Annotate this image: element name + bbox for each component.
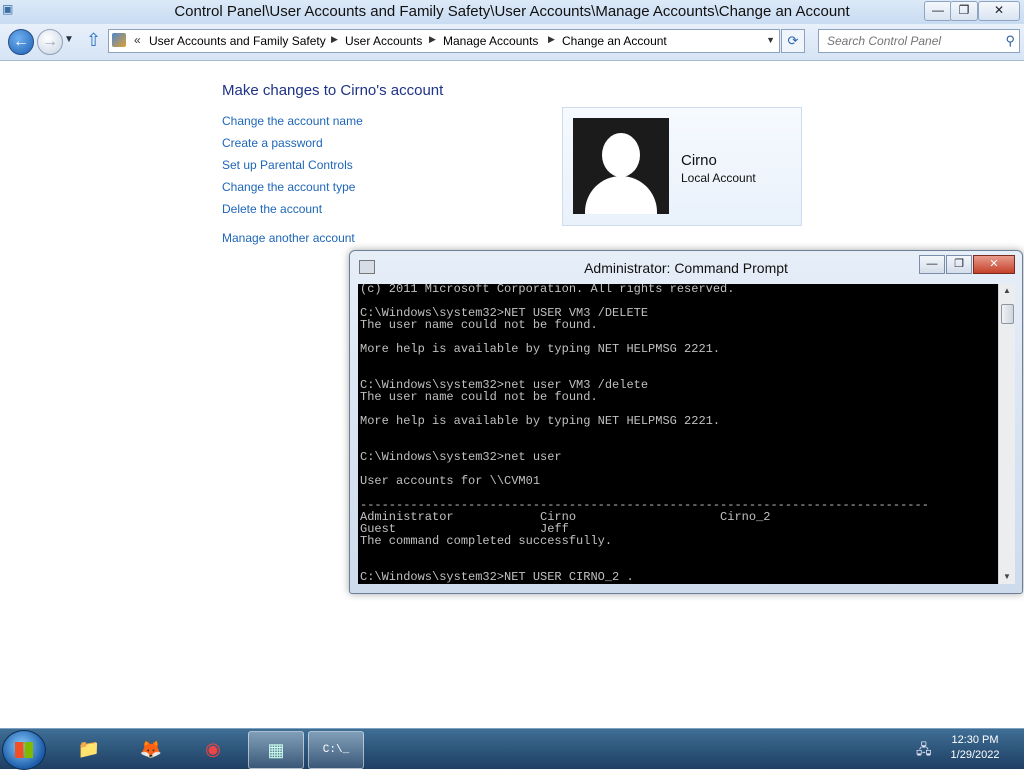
- clock-date: 1/29/2022: [950, 749, 1000, 761]
- minimize-button[interactable]: —: [924, 1, 952, 21]
- console-output[interactable]: (c) 2011 Microsoft Corporation. All righ…: [358, 284, 998, 584]
- explorer-title-bar: ▣ Control Panel\User Accounts and Family…: [0, 0, 1024, 24]
- start-button[interactable]: [2, 730, 46, 770]
- breadcrumb-arrow-icon[interactable]: ▶: [429, 34, 436, 45]
- page-title: Make changes to Cirno's account: [222, 82, 444, 99]
- clock-time: 12:30 PM: [951, 734, 999, 746]
- console-scrollbar[interactable]: ▲ ▼: [998, 284, 1015, 584]
- forward-button[interactable]: →: [37, 29, 63, 55]
- create-password-link[interactable]: Create a password: [222, 136, 323, 150]
- system-clock[interactable]: 12:30 PM 1/29/2022: [940, 733, 1010, 763]
- manage-another-account-link[interactable]: Manage another account: [222, 231, 355, 245]
- change-account-type-link[interactable]: Change the account type: [222, 180, 355, 194]
- taskbar-control-panel-icon[interactable]: ▦: [248, 731, 304, 769]
- network-icon[interactable]: 🖧: [916, 739, 932, 763]
- taskbar-firefox-icon[interactable]: 🦊: [124, 731, 178, 767]
- scroll-down-icon[interactable]: ▼: [999, 570, 1015, 584]
- scroll-up-icon[interactable]: ▲: [999, 284, 1015, 298]
- taskbar-command-prompt-icon[interactable]: C:\_: [308, 731, 364, 769]
- up-level-icon[interactable]: ⇧: [86, 30, 101, 51]
- taskbar-chrome-icon[interactable]: ◉: [186, 731, 240, 767]
- chevron-down-icon[interactable]: ▼: [766, 35, 775, 45]
- refresh-icon: ⟳: [787, 33, 799, 48]
- arrow-right-icon: →: [42, 33, 58, 50]
- refresh-button[interactable]: ⟳: [781, 29, 805, 53]
- close-button[interactable]: ✕: [978, 1, 1020, 21]
- account-card: Cirno Local Account: [562, 107, 802, 226]
- account-type: Local Account: [681, 171, 756, 185]
- user-avatar-icon: [573, 118, 669, 214]
- search-input[interactable]: [825, 33, 999, 49]
- cmd-close-button[interactable]: ✕: [973, 255, 1015, 274]
- breadcrumb[interactable]: « User Accounts and Family Safety ▶ User…: [108, 29, 780, 53]
- control-panel-icon: [112, 33, 126, 47]
- back-button[interactable]: ←: [8, 29, 34, 55]
- parental-controls-link[interactable]: Set up Parental Controls: [222, 158, 353, 172]
- cmd-restore-button[interactable]: ❐: [946, 255, 972, 274]
- search-box[interactable]: ⚲: [818, 29, 1020, 53]
- breadcrumb-item-change-account[interactable]: Change an Account: [562, 34, 667, 48]
- window-title: Control Panel\User Accounts and Family S…: [174, 3, 850, 20]
- breadcrumb-arrow-icon[interactable]: ▶: [548, 34, 555, 45]
- restore-button[interactable]: ❐: [950, 1, 978, 21]
- search-icon[interactable]: ⚲: [1005, 33, 1015, 49]
- breadcrumb-item-family-safety[interactable]: User Accounts and Family Safety: [149, 34, 326, 48]
- command-prompt-window[interactable]: Administrator: Command Prompt — ❐ ✕ (c) …: [349, 250, 1023, 594]
- arrow-left-icon: ←: [13, 33, 29, 50]
- console-text: (c) 2011 Microsoft Corporation. All righ…: [360, 284, 929, 584]
- breadcrumb-arrow-icon[interactable]: ▶: [331, 34, 338, 45]
- change-account-name-link[interactable]: Change the account name: [222, 114, 363, 128]
- delete-account-link[interactable]: Delete the account: [222, 202, 322, 216]
- breadcrumb-item-user-accounts[interactable]: User Accounts: [345, 34, 422, 48]
- recent-pages-dropdown[interactable]: ▼: [64, 34, 74, 45]
- taskbar: 📁 🦊 ◉ ▦ C:\_: [0, 728, 1024, 770]
- breadcrumb-item-manage-accounts[interactable]: Manage Accounts: [443, 34, 538, 48]
- taskbar-explorer-icon[interactable]: 📁: [62, 731, 116, 767]
- address-bar: ← → ▼ ⇧ « User Accounts and Family Safet…: [0, 24, 1024, 61]
- account-name: Cirno: [681, 152, 717, 169]
- cmd-minimize-button[interactable]: —: [919, 255, 945, 274]
- scroll-thumb[interactable]: [1001, 304, 1014, 324]
- windows-logo-icon: [15, 742, 33, 758]
- breadcrumb-overflow[interactable]: «: [134, 33, 141, 47]
